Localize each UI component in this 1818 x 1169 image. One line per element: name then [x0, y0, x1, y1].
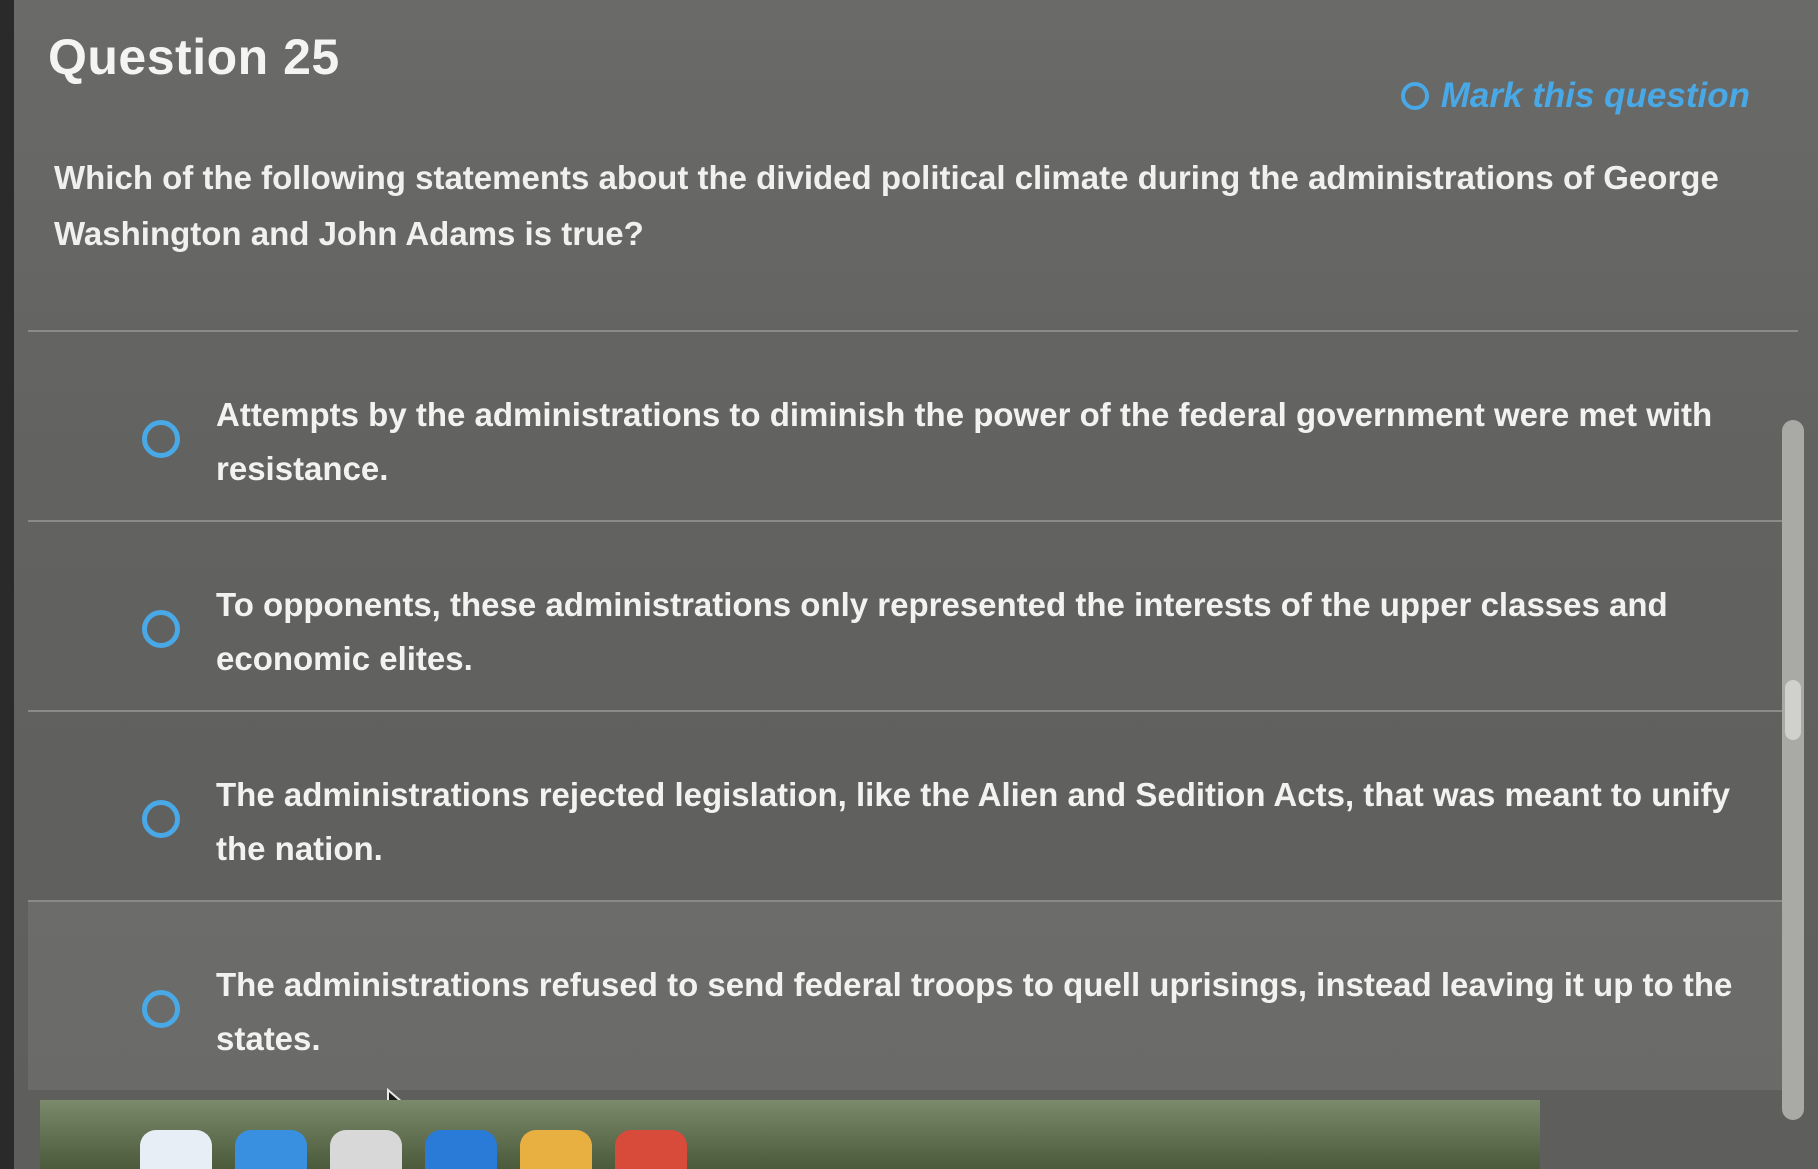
scrollbar-thumb[interactable] — [1785, 680, 1801, 740]
radio-button-icon[interactable] — [142, 610, 180, 648]
launchpad-icon[interactable] — [330, 1130, 402, 1169]
answer-option-a[interactable]: Attempts by the administrations to dimin… — [28, 330, 1798, 520]
mail-icon[interactable] — [425, 1130, 497, 1169]
dock — [40, 1100, 1540, 1169]
calendar-icon[interactable] — [615, 1130, 687, 1169]
question-prompt: Which of the following statements about … — [54, 159, 1719, 252]
answer-option-d[interactable]: The administrations refused to send fede… — [28, 900, 1798, 1090]
mark-question-button[interactable]: Mark this question — [1400, 76, 1750, 116]
answer-option-text: Attempts by the administrations to dimin… — [216, 396, 1713, 487]
safari-icon[interactable] — [235, 1130, 307, 1169]
monitor-bezel — [0, 0, 14, 1169]
finder-icon[interactable] — [140, 1130, 212, 1169]
mark-question-label: Mark this question — [1440, 76, 1750, 115]
radio-button-icon[interactable] — [142, 990, 180, 1028]
radio-button-icon[interactable] — [142, 800, 180, 838]
question-title: Question 25 — [48, 29, 340, 85]
screen: Question 25 Mark this question Which of … — [0, 0, 1818, 1169]
quiz-panel: Question 25 Mark this question Which of … — [14, 0, 1804, 1169]
scrollbar[interactable] — [1782, 420, 1804, 1120]
notes-icon[interactable] — [520, 1130, 592, 1169]
radio-button-icon[interactable] — [142, 420, 180, 458]
answer-option-b[interactable]: To opponents, these administrations only… — [28, 520, 1798, 710]
radio-ring-icon[interactable] — [1400, 82, 1429, 110]
answer-option-c[interactable]: The administrations rejected legislation… — [28, 710, 1798, 900]
answer-options: Attempts by the administrations to dimin… — [28, 330, 1798, 1090]
answer-option-text: To opponents, these administrations only… — [216, 586, 1668, 677]
answer-option-text: The administrations rejected legislation… — [216, 776, 1731, 867]
answer-option-text: The administrations refused to send fede… — [216, 966, 1733, 1057]
